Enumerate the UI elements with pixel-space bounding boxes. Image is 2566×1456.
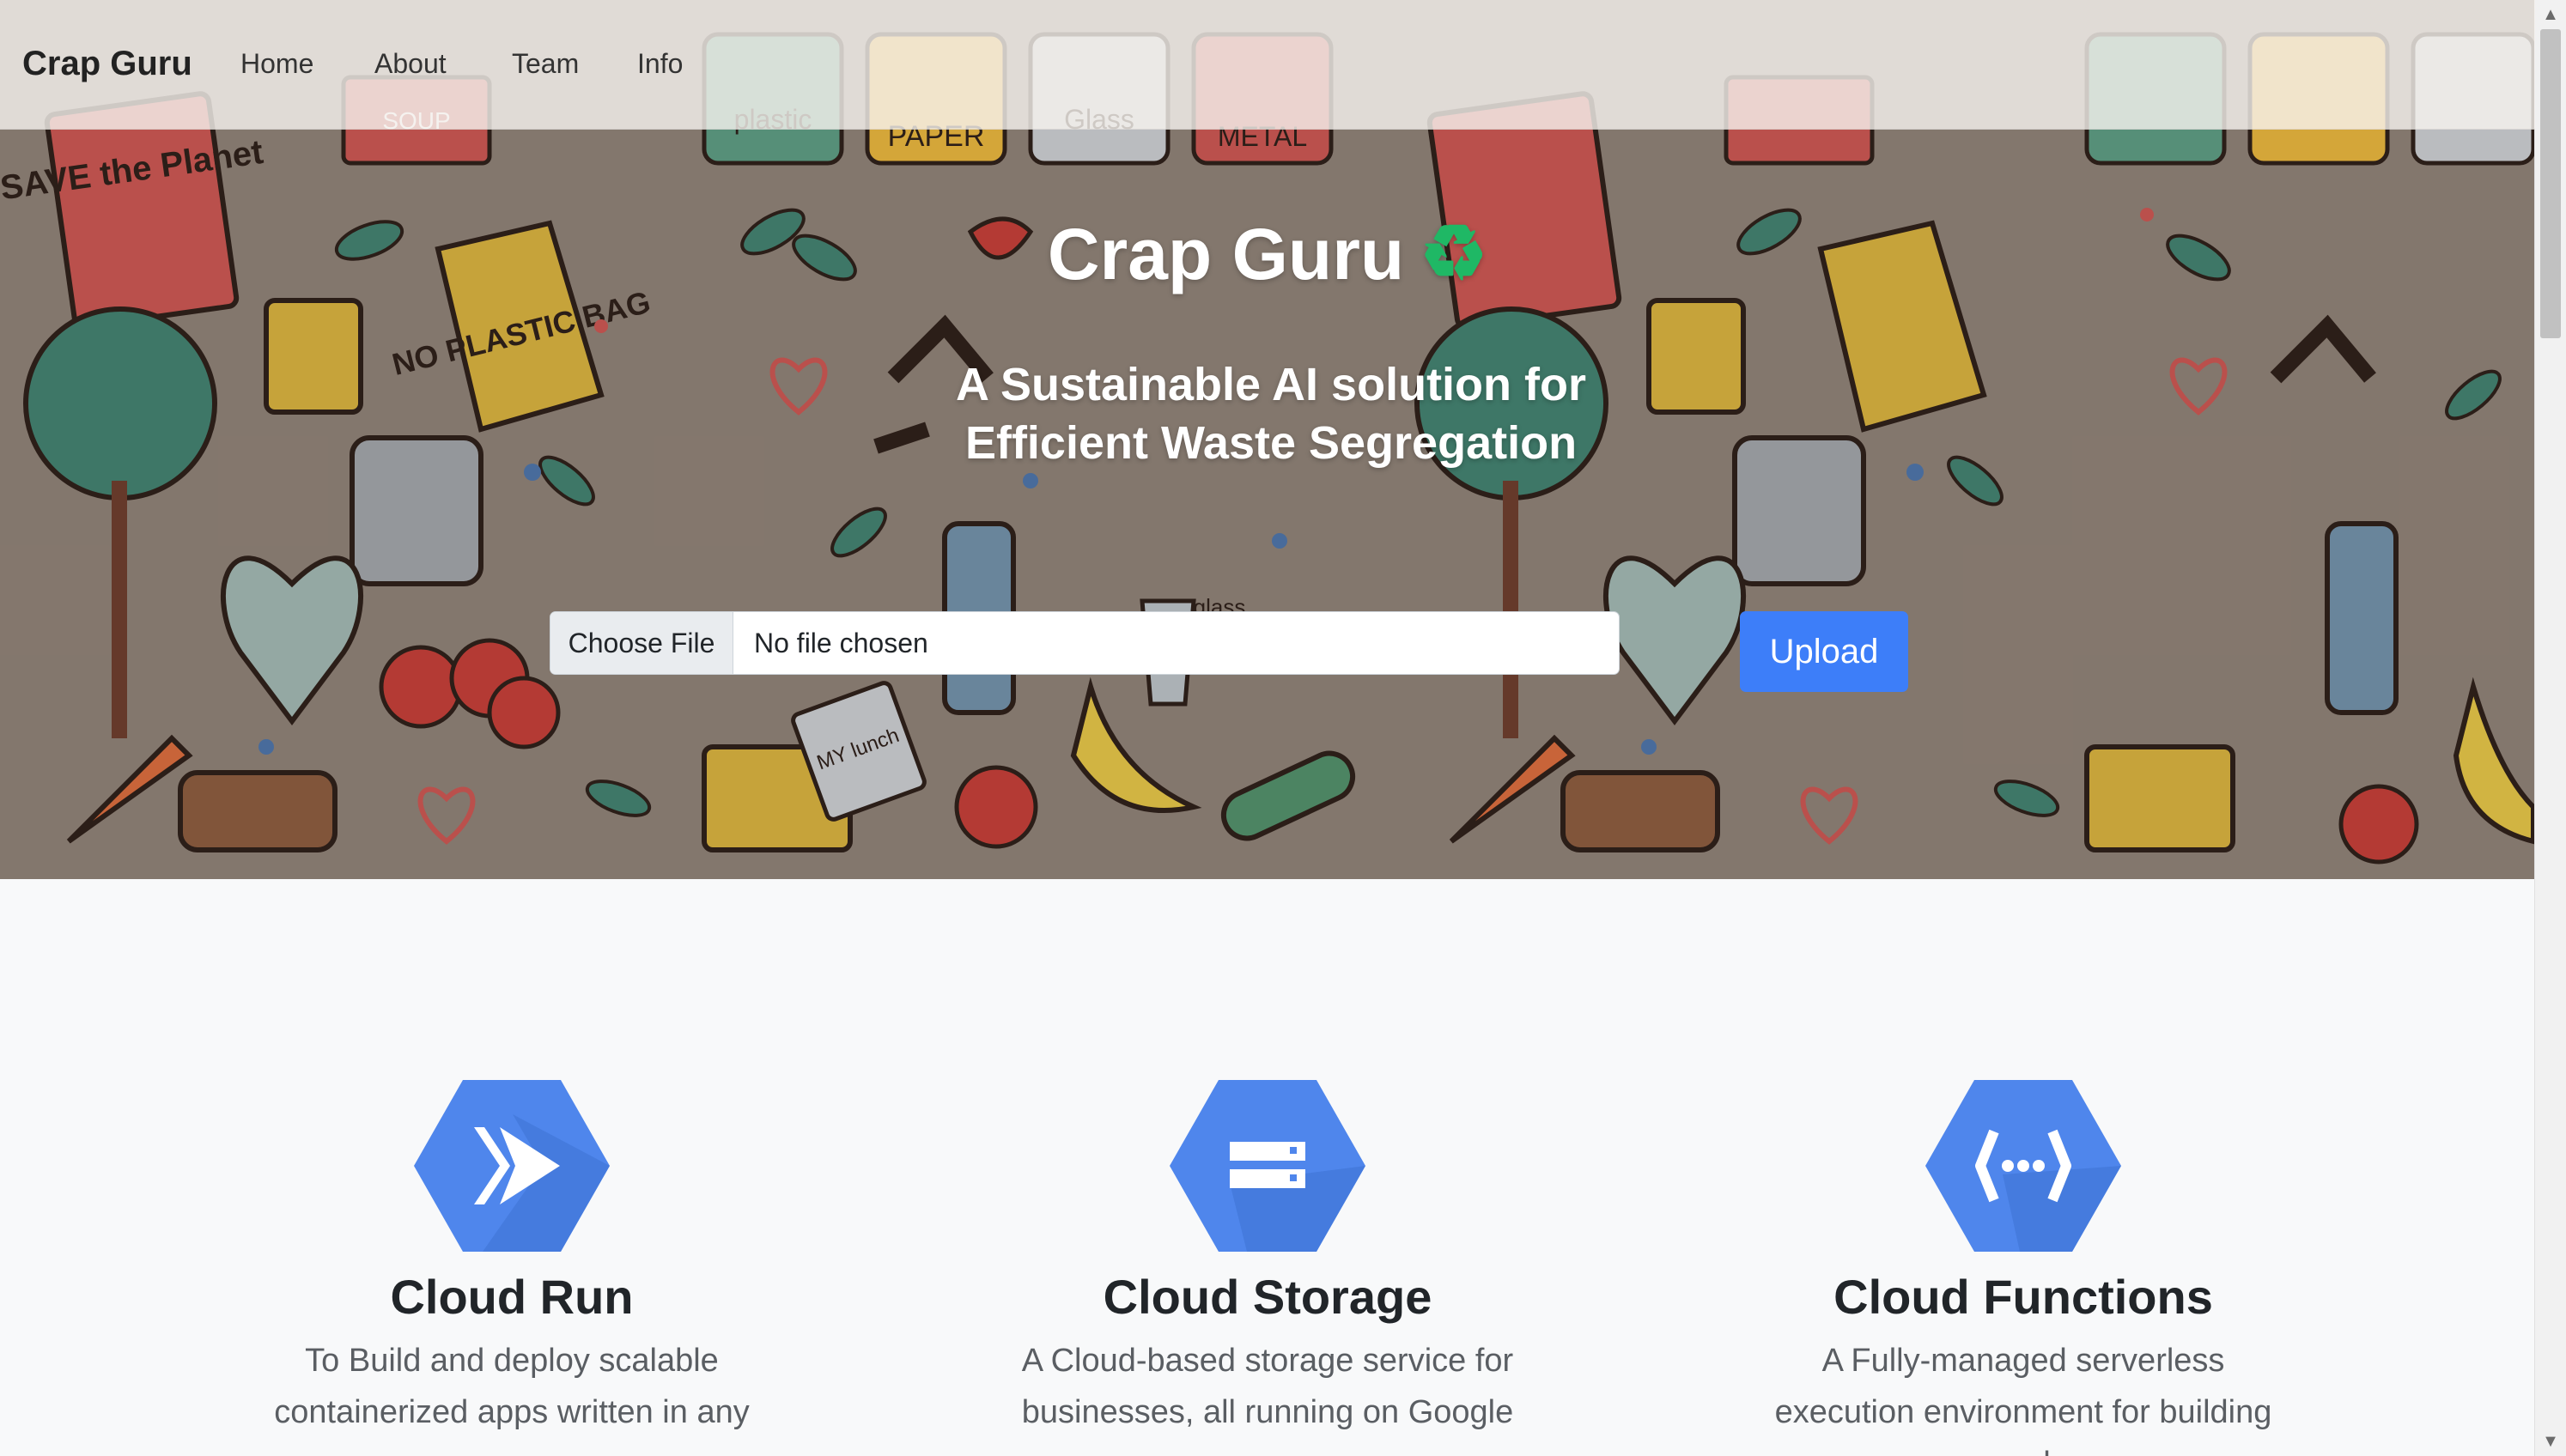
feature-cloud-functions: Cloud Functions A Fully-managed serverle… [1697,1080,2350,1456]
upload-button[interactable]: Upload [1740,611,1908,692]
file-status-text: No file chosen [754,627,928,658]
navbar-brand[interactable]: Crap Guru [22,45,192,83]
nav-link-home[interactable]: Home [240,48,313,80]
nav-link-about[interactable]: About [374,48,447,80]
feature-title: Cloud Run [390,1270,634,1324]
hero-subtitle-line1: A Sustainable AI solution for [955,359,1587,410]
feature-cloud-run: Cloud Run To Build and deploy scalable c… [185,1080,838,1438]
scroll-thumb[interactable] [2540,29,2561,338]
feature-cloud-storage: Cloud Storage A Cloud-based storage serv… [941,1080,1594,1438]
hero-subtitle: A Sustainable AI solution for Efficient … [859,355,1683,472]
hero-subtitle-line2: Efficient Waste Segregation [964,417,1578,469]
hero-banner: PAPER plastic Glass METAL [0,0,2535,879]
cloud-run-icon [414,1080,610,1252]
hero-title-text: Crap Guru [1047,214,1405,294]
nav-link-team[interactable]: Team [512,48,579,80]
file-input[interactable]: Choose File No file chosen [550,611,1620,675]
feature-title: Cloud Storage [1103,1270,1432,1324]
feature-description: To Build and deploy scalable containeriz… [274,1343,750,1430]
feature-title: Cloud Functions [1833,1270,2213,1324]
scroll-up-arrow-icon[interactable]: ▲ [2535,0,2566,29]
nav-link-info[interactable]: Info [637,48,683,80]
vertical-scrollbar[interactable]: ▲ ▼ [2534,0,2566,1456]
feature-description: A Cloud-based storage service for busine… [1021,1343,1514,1430]
scroll-down-arrow-icon[interactable]: ▼ [2535,1427,2566,1456]
hero-title: Crap Guru ♻ [0,209,2535,297]
cloud-storage-icon [1170,1080,1365,1252]
page: PAPER plastic Glass METAL [0,0,2535,1456]
recycle-icon: ♻ [1420,210,1488,295]
navbar: Crap Guru Home About Team Info [0,0,2535,130]
feature-description: A Fully-managed serverless execution env… [1774,1343,2272,1456]
cloud-functions-icon [1925,1080,2121,1252]
choose-file-button[interactable]: Choose File [550,612,733,674]
